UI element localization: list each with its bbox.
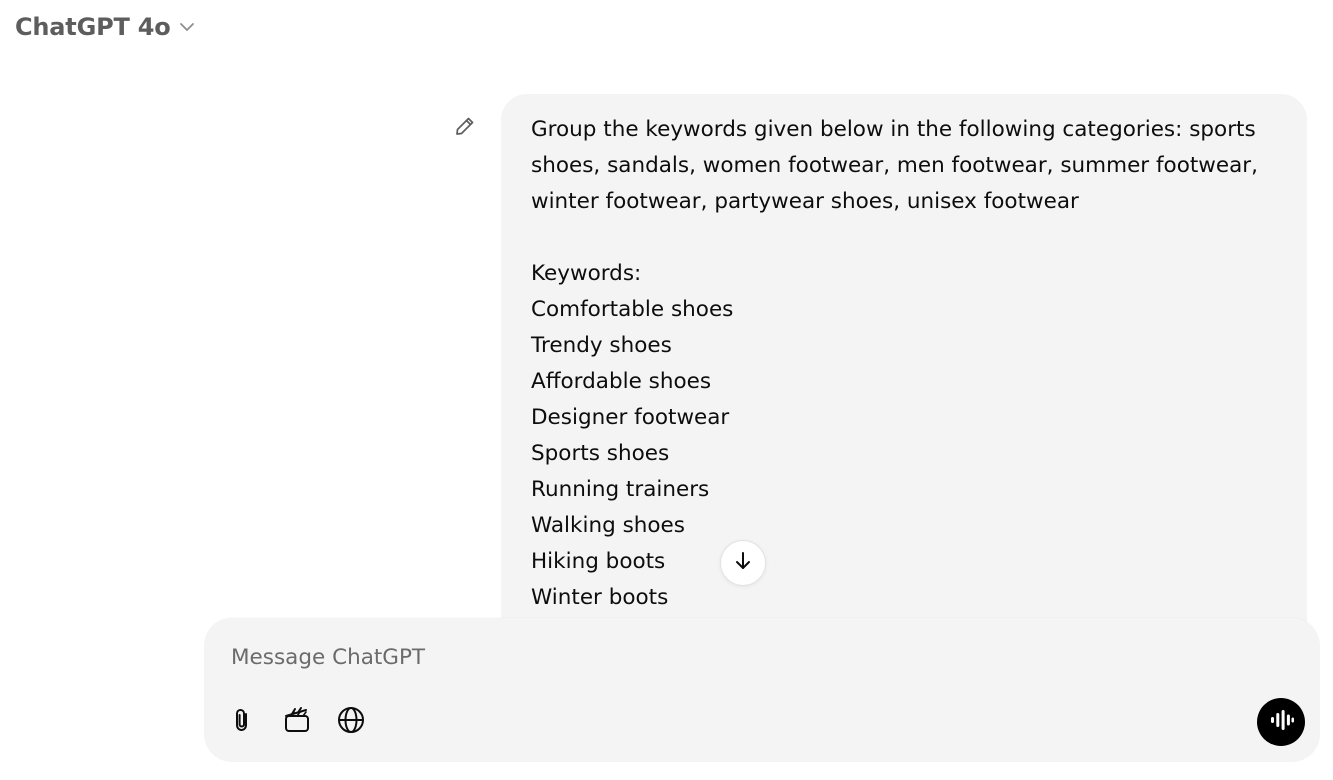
pencil-icon[interactable] — [453, 114, 477, 138]
message-input[interactable] — [231, 638, 1231, 676]
chat-page: ChatGPT 4o Group the keywords given belo… — [0, 0, 1333, 780]
list-item: Affordable shoes — [531, 369, 712, 394]
model-name: ChatGPT 4o — [15, 13, 171, 41]
keywords-heading: Keywords: — [531, 261, 642, 286]
list-item: Walking shoes — [531, 513, 685, 538]
voice-mode-button[interactable] — [1257, 698, 1305, 746]
arrow-down-icon — [732, 550, 754, 576]
prompt-line: shoes, sandals, women footwear, men foot… — [531, 153, 1258, 178]
list-item: Designer footwear — [531, 405, 730, 430]
attach-button[interactable] — [225, 704, 261, 740]
prompt-line: winter footwear, partywear shoes, unisex… — [531, 189, 1079, 214]
list-item: Hiking boots — [531, 549, 666, 574]
user-message-bubble: Group the keywords given below in the fo… — [501, 94, 1307, 654]
list-item: Trendy shoes — [531, 333, 672, 358]
scroll-to-bottom-button[interactable] — [720, 540, 766, 586]
web-search-button[interactable] — [333, 704, 369, 740]
list-item: Winter boots — [531, 585, 669, 610]
model-selector[interactable]: ChatGPT 4o — [15, 10, 197, 44]
chevron-down-icon — [177, 17, 197, 37]
keyword-list: Comfortable shoes Trendy shoes Affordabl… — [531, 292, 1279, 616]
voice-waveform-icon — [1267, 706, 1295, 738]
message-composer — [204, 618, 1320, 762]
list-item: Comfortable shoes — [531, 297, 734, 322]
list-item: Running trainers — [531, 477, 710, 502]
prompt-line: Group the keywords given below in the fo… — [531, 117, 1256, 142]
video-tool-button[interactable] — [279, 704, 315, 740]
globe-icon — [336, 705, 366, 739]
paperclip-icon — [229, 706, 257, 738]
clapperboard-icon — [282, 705, 312, 739]
list-item: Sports shoes — [531, 441, 670, 466]
